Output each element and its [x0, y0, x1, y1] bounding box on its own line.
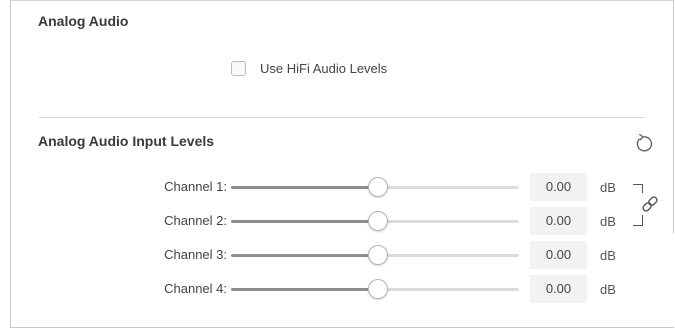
slider-fill	[231, 254, 378, 257]
channel-3-value-field[interactable]: 0.00	[530, 241, 587, 269]
channel-row-2: Channel 2: 0.00 dB	[11, 207, 671, 235]
slider-thumb[interactable]	[368, 245, 388, 265]
channel-label: Channel 2:	[164, 213, 227, 228]
reset-icon[interactable]	[631, 132, 655, 156]
channel-4-value-field[interactable]: 0.00	[530, 275, 587, 303]
analog-audio-title: Analog Audio	[38, 13, 129, 29]
channel-1-slider[interactable]	[231, 177, 519, 197]
channel-3-slider[interactable]	[231, 245, 519, 265]
input-levels-title: Analog Audio Input Levels	[38, 133, 215, 149]
hifi-checkbox-label[interactable]: Use HiFi Audio Levels	[260, 61, 387, 76]
channel-row-4: Channel 4: 0.00 dB	[11, 275, 671, 303]
slider-fill	[231, 220, 378, 223]
channel-2-value-field[interactable]: 0.00	[530, 207, 587, 235]
slider-thumb[interactable]	[368, 177, 388, 197]
slider-thumb[interactable]	[368, 211, 388, 231]
channel-1-value-field[interactable]: 0.00	[530, 173, 587, 201]
channel-row-3: Channel 3: 0.00 dB	[11, 241, 671, 269]
channel-row-1: Channel 1: 0.00 dB	[11, 173, 671, 201]
hifi-checkbox-row[interactable]: Use HiFi Audio Levels	[231, 61, 387, 76]
channel-label: Channel 3:	[164, 247, 227, 262]
slider-fill	[231, 186, 378, 189]
settings-panel: Analog Audio Use HiFi Audio Levels Analo…	[10, 0, 674, 328]
unit-label: dB	[600, 248, 616, 263]
channel-2-slider[interactable]	[231, 211, 519, 231]
panel-edge	[673, 1, 674, 233]
slider-thumb[interactable]	[368, 279, 388, 299]
channel-4-slider[interactable]	[231, 279, 519, 299]
slider-fill	[231, 288, 378, 291]
section-divider	[38, 117, 645, 118]
unit-label: dB	[600, 282, 616, 297]
link-icon[interactable]	[639, 193, 661, 215]
unit-label: dB	[600, 180, 616, 195]
channel-label: Channel 4:	[164, 281, 227, 296]
unit-label: dB	[600, 214, 616, 229]
hifi-checkbox[interactable]	[231, 61, 246, 76]
channel-label: Channel 1:	[164, 179, 227, 194]
